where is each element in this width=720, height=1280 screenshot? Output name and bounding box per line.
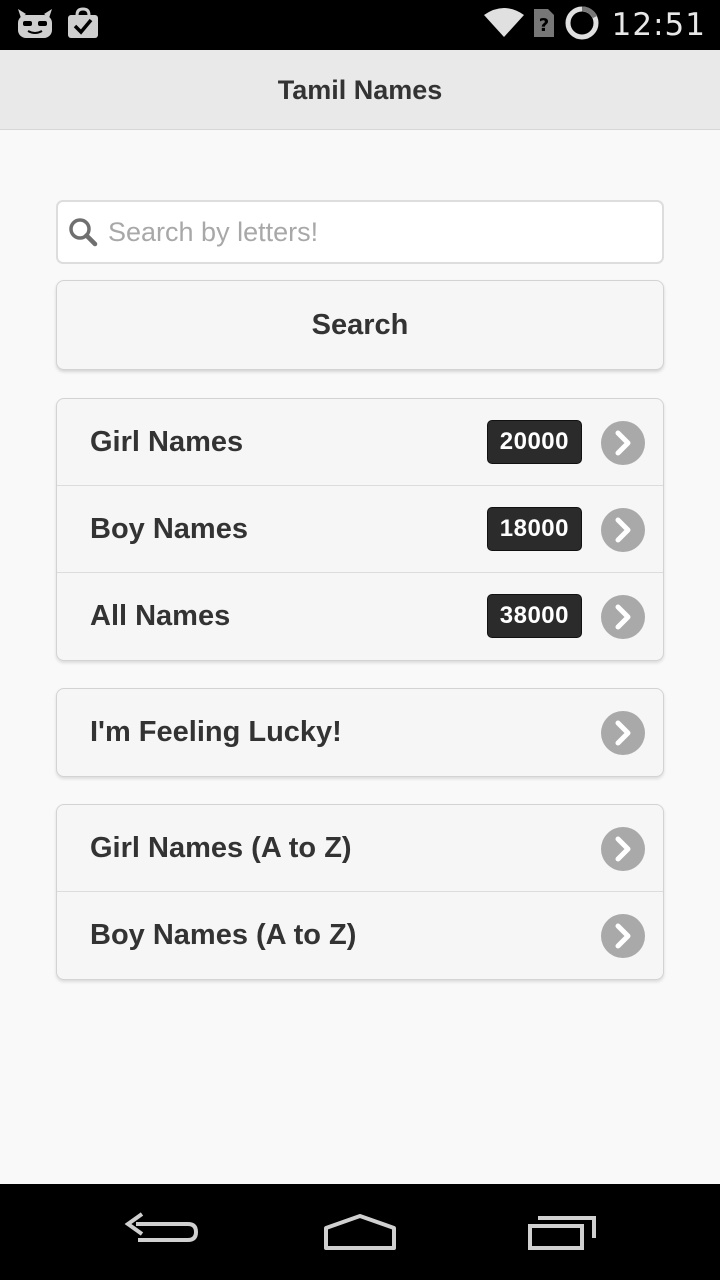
- chevron-right-icon: [601, 595, 645, 639]
- navigation-bar: [0, 1184, 720, 1280]
- sync-ring-icon: [564, 5, 600, 46]
- cyanogen-mascot-icon: [16, 6, 54, 45]
- chevron-right-icon: [601, 914, 645, 958]
- list-item-all-names[interactable]: All Names 38000: [57, 573, 663, 660]
- chevron-right-icon: [601, 711, 645, 755]
- page-title: Tamil Names: [0, 50, 720, 130]
- list-item-girl-names[interactable]: Girl Names 20000: [57, 399, 663, 486]
- count-badge: 18000: [486, 507, 582, 551]
- chevron-right-icon: [601, 827, 645, 871]
- svg-text:?: ?: [538, 15, 548, 36]
- alphabetical-list: Girl Names (A to Z) Boy Names (A to Z): [56, 804, 664, 980]
- clock: 12:51: [611, 7, 706, 43]
- recent-apps-icon[interactable]: [512, 1202, 612, 1262]
- chevron-right-icon: [601, 421, 645, 465]
- count-badge: 20000: [486, 420, 582, 464]
- list-item-label: Girl Names (A to Z): [90, 832, 352, 864]
- back-icon[interactable]: [110, 1202, 210, 1262]
- list-item-label: All Names: [90, 600, 231, 632]
- search-field[interactable]: [56, 200, 664, 264]
- list-item-boy-names[interactable]: Boy Names 18000: [57, 486, 663, 573]
- category-list: Girl Names 20000 Boy Names 18000 All Nam…: [56, 398, 664, 661]
- list-item-label: Boy Names (A to Z): [90, 919, 357, 951]
- list-item-girl-names-a-to-z[interactable]: Girl Names (A to Z): [57, 805, 663, 892]
- lucky-list: I'm Feeling Lucky!: [56, 688, 664, 777]
- shopping-bag-check-icon: [66, 6, 100, 45]
- list-item-label: Girl Names: [90, 426, 244, 458]
- list-item-label: Boy Names: [90, 513, 248, 545]
- list-item-boy-names-a-to-z[interactable]: Boy Names (A to Z): [57, 892, 663, 979]
- wifi-icon: [483, 7, 524, 44]
- home-icon[interactable]: [310, 1202, 410, 1262]
- list-item-label: I'm Feeling Lucky!: [90, 716, 342, 748]
- search-button[interactable]: Search: [56, 280, 664, 370]
- search-input[interactable]: [108, 202, 656, 262]
- status-bar: ? 12:51: [0, 0, 720, 50]
- count-badge: 38000: [486, 594, 582, 638]
- list-item-feeling-lucky[interactable]: I'm Feeling Lucky!: [57, 689, 663, 776]
- chevron-right-icon: [601, 508, 645, 552]
- no-sim-icon: ?: [532, 7, 556, 44]
- search-icon: [68, 217, 98, 252]
